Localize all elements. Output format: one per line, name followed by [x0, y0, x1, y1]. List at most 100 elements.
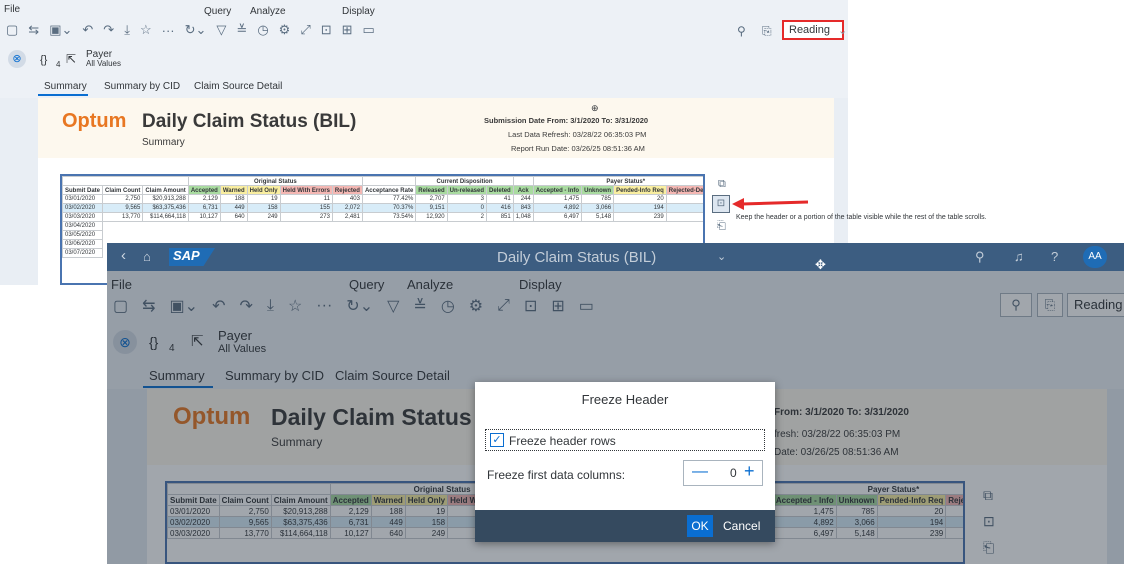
column-header[interactable]: Claim Count — [102, 185, 144, 195]
new-icon[interactable]: ▢ — [6, 22, 18, 38]
table-cell[interactable]: 2,072 — [331, 203, 363, 213]
column-header[interactable]: Pended-Info Req — [613, 185, 667, 195]
undo-icon[interactable]: ↶ — [82, 22, 93, 38]
table-cell[interactable]: 70.37% — [361, 203, 417, 213]
search-icon[interactable]: ⚲ — [975, 249, 985, 265]
menu-analyze[interactable]: Analyze — [250, 6, 286, 17]
menu-query[interactable]: Query — [204, 6, 231, 17]
table-cell[interactable]: 03/05/2020 — [62, 230, 104, 240]
table-cell[interactable]: 11 — [279, 194, 333, 204]
freeze-rows-row[interactable]: ✓ Freeze header rows — [485, 429, 765, 451]
reading-select[interactable]: Reading ⌄ — [782, 20, 847, 40]
table-cell[interactable]: 10,127 — [187, 212, 221, 222]
table-cell[interactable]: 416 — [486, 203, 514, 213]
table-cell[interactable]: 2,129 — [187, 194, 221, 204]
download-icon[interactable]: ⤓ — [124, 22, 130, 38]
more-icon[interactable]: ··· — [162, 23, 175, 38]
table-cell[interactable]: 640 — [219, 212, 248, 222]
table-cell[interactable]: 03/01/2020 — [62, 194, 104, 204]
redo-icon[interactable]: ↷ — [103, 22, 114, 38]
column-header[interactable]: Accepted - Info — [532, 185, 583, 195]
table-cell[interactable]: 03/06/2020 — [62, 239, 104, 249]
table-cell[interactable]: 158 — [246, 203, 281, 213]
filter-icon[interactable]: ▽ — [216, 22, 226, 38]
table-cell[interactable]: 155 — [279, 203, 333, 213]
columns-stepper[interactable]: — 0 + — [683, 460, 763, 486]
ok-button[interactable]: OK — [687, 515, 713, 537]
table-cell[interactable]: 19 — [246, 194, 281, 204]
table-cell[interactable]: 226 — [665, 194, 703, 204]
table-cell[interactable]: 77.42% — [361, 194, 417, 204]
fullscreen-icon[interactable]: ⤢ — [300, 22, 310, 38]
freeze-header-icon[interactable]: ⊡ — [712, 195, 730, 213]
bell-icon[interactable]: ♫ — [1014, 249, 1024, 264]
duplicate-icon[interactable]: ⎗ — [717, 220, 726, 233]
table-cell[interactable]: 0 — [446, 203, 488, 213]
table-cell[interactable]: $114,664,118 — [142, 212, 189, 222]
cancel-button[interactable]: Cancel — [723, 519, 760, 533]
tab-claim-source[interactable]: Claim Source Detail — [194, 81, 282, 92]
column-header[interactable]: Rejected-Denied — [665, 185, 703, 195]
chevrons-icon[interactable]: ≚ — [236, 22, 247, 38]
avatar[interactable]: AA — [1083, 246, 1107, 268]
settings-icon[interactable]: ⚙ — [279, 22, 291, 38]
table-cell[interactable]: $63,375,436 — [142, 203, 189, 213]
table-cell[interactable]: 2,750 — [102, 194, 144, 204]
table-cell[interactable]: 03/04/2020 — [62, 221, 104, 231]
export-icon[interactable]: ⇱ — [66, 52, 76, 66]
table-cell[interactable]: 03/03/2020 — [62, 212, 104, 222]
table-cell[interactable]: 41 — [486, 194, 514, 204]
reset-icon[interactable]: ⊗ — [8, 50, 26, 68]
table-cell[interactable]: 4,892 — [532, 203, 583, 213]
tab-summary[interactable]: Summary — [44, 81, 87, 92]
table-cell[interactable]: 244 — [512, 194, 534, 204]
table-cell[interactable]: 570 — [665, 203, 703, 213]
tab-summary-by-cid[interactable]: Summary by CID — [104, 81, 180, 92]
table-cell[interactable]: 5,148 — [581, 212, 615, 222]
column-header[interactable]: Claim Amount — [142, 185, 189, 195]
back-icon[interactable]: ‹ — [121, 247, 126, 264]
menu-display[interactable]: Display — [342, 6, 375, 17]
screen-icon[interactable]: ▭ — [363, 22, 375, 38]
table-cell[interactable]: 785 — [581, 194, 615, 204]
save-icon[interactable]: ▣⌄ — [49, 22, 72, 38]
table-cell[interactable]: 03/07/2020 — [62, 248, 104, 258]
column-header[interactable]: Held Only — [246, 185, 281, 195]
table-cell[interactable]: 838 — [665, 212, 703, 222]
table-cell[interactable]: 2,707 — [415, 194, 448, 204]
history-icon[interactable]: ◷ — [257, 22, 268, 38]
table-cell[interactable]: 851 — [486, 212, 514, 222]
table-cell[interactable]: 9,151 — [415, 203, 448, 213]
table-cell[interactable]: 20 — [613, 194, 667, 204]
table-cell[interactable]: 843 — [512, 203, 534, 213]
table-cell[interactable]: 239 — [613, 212, 667, 222]
column-header[interactable]: Submit Date — [62, 185, 104, 195]
columns-value[interactable]: 0 — [730, 466, 737, 480]
freeze-icon[interactable]: ⊡ — [321, 22, 332, 38]
table-cell[interactable]: 73.54% — [361, 212, 417, 222]
home-icon[interactable]: ⌂ — [143, 249, 151, 264]
table-cell[interactable]: 9,565 — [102, 203, 144, 213]
column-header[interactable]: Accepted — [187, 185, 221, 195]
freeze-rows-checkbox[interactable]: ✓ — [490, 433, 504, 447]
table-cell[interactable]: 1,048 — [512, 212, 534, 222]
copy-icon[interactable]: ⧉ — [718, 178, 726, 191]
insert-icon[interactable]: ⊞ — [342, 22, 353, 38]
table-cell[interactable]: 1,475 — [532, 194, 583, 204]
help-icon[interactable]: ? — [1051, 249, 1058, 264]
column-header[interactable]: Acceptance Rate — [361, 185, 417, 195]
table-cell[interactable]: 194 — [613, 203, 667, 213]
shell-title[interactable]: Daily Claim Status (BIL) — [497, 249, 656, 266]
table-cell[interactable]: 188 — [219, 194, 248, 204]
plus-icon[interactable]: + — [744, 461, 755, 482]
table-cell[interactable]: 2 — [446, 212, 488, 222]
table-cell[interactable]: 249 — [246, 212, 281, 222]
table-cell[interactable]: 3 — [446, 194, 488, 204]
table-cell[interactable]: 273 — [279, 212, 333, 222]
column-header[interactable]: Released — [415, 185, 448, 195]
column-header[interactable]: Un-released — [446, 185, 488, 195]
refresh-icon[interactable]: ↻⌄ — [185, 22, 207, 38]
open-icon[interactable]: ⇆ — [28, 22, 39, 38]
table-cell[interactable]: 403 — [331, 194, 363, 204]
tools-icon[interactable]: ⚲ — [737, 24, 746, 38]
